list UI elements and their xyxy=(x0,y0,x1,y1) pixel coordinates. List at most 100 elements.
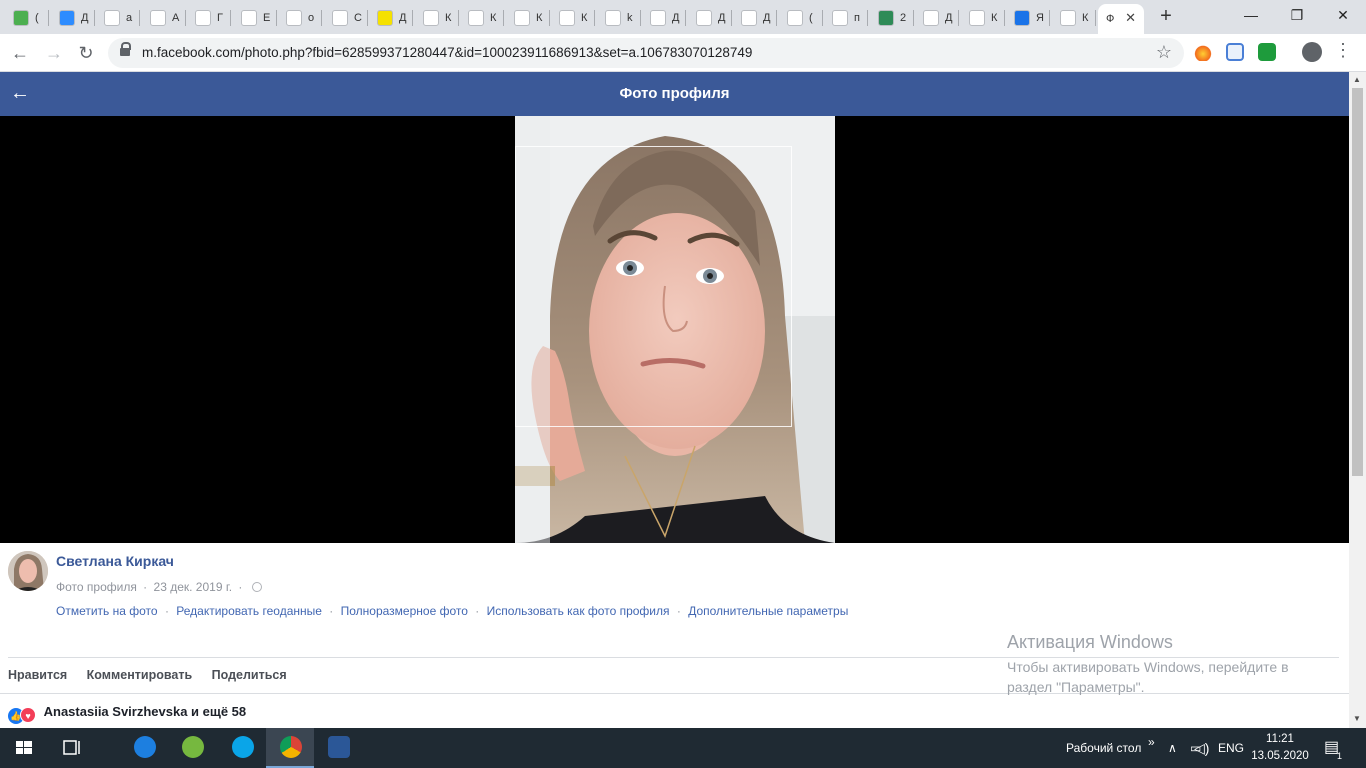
like-button[interactable]: Нравится xyxy=(8,668,67,682)
page-scrollbar[interactable]: ▲ ▼ xyxy=(1349,72,1366,728)
scroll-down-icon[interactable]: ▼ xyxy=(1353,714,1361,723)
tab-item[interactable]: Д xyxy=(641,4,685,32)
taskbar-chrome[interactable] xyxy=(266,728,314,768)
more-options-link[interactable]: Дополнительные параметры xyxy=(688,604,848,618)
clock[interactable]: 11:21 13.05.2020 xyxy=(1250,731,1310,765)
tab-item[interactable]: К xyxy=(414,4,458,32)
tab-item[interactable]: ( xyxy=(778,4,822,32)
close-icon[interactable]: ✕ xyxy=(1125,10,1136,26)
watermark-title: Активация Windows xyxy=(1007,632,1173,652)
lock-icon xyxy=(120,42,131,58)
language-indicator[interactable]: ENG xyxy=(1218,728,1244,768)
tab-item[interactable]: ( xyxy=(4,4,48,32)
tab-item[interactable]: К xyxy=(960,4,1004,32)
tab-favicon-icon xyxy=(514,10,530,26)
tray-expand-icon[interactable]: ∧ xyxy=(1168,728,1177,768)
tab-item[interactable]: Д xyxy=(687,4,731,32)
menu-kebab-icon[interactable]: ⋮ xyxy=(1334,40,1352,61)
tab-item[interactable]: o xyxy=(277,4,321,32)
taskbar-word[interactable] xyxy=(314,728,362,768)
windows-logo-icon xyxy=(16,741,32,754)
tab-item[interactable]: К xyxy=(505,4,549,32)
taskbar-edge[interactable] xyxy=(120,728,168,768)
tab-item[interactable]: 2 xyxy=(869,4,913,32)
chrome-icon xyxy=(280,736,302,758)
tab-item[interactable]: Д xyxy=(914,4,958,32)
share-button[interactable]: Поделиться xyxy=(212,668,287,682)
tab-item[interactable]: С xyxy=(323,4,367,32)
comment-button[interactable]: Комментировать xyxy=(87,668,192,682)
extension-green-icon[interactable] xyxy=(1258,43,1276,61)
start-button[interactable] xyxy=(0,728,48,768)
tab-label: ( xyxy=(809,12,813,24)
tab-favicon-icon xyxy=(696,10,712,26)
profile-avatar-icon[interactable] xyxy=(1302,42,1322,62)
windows-taskbar: Рабочий стол » ∧ ▭ ◁) ENG 11:21 13.05.20… xyxy=(0,728,1366,768)
desktop-label[interactable]: Рабочий стол xyxy=(1066,728,1141,768)
author-name-link[interactable]: Светлана Киркач xyxy=(56,553,174,569)
make-profile-photo-link[interactable]: Использовать как фото профиля xyxy=(487,604,670,618)
window-close-button[interactable]: ✕ xyxy=(1320,0,1366,30)
tab-item[interactable]: a xyxy=(95,4,139,32)
tab-label: Я xyxy=(1036,12,1044,24)
restore-button[interactable]: ❐ xyxy=(1274,0,1320,30)
tab-item[interactable]: К xyxy=(459,4,503,32)
album-link[interactable]: Фото профиля xyxy=(56,580,137,594)
tab-label: a xyxy=(126,12,133,24)
tab-item[interactable]: k xyxy=(596,4,640,32)
volume-icon[interactable]: ◁) xyxy=(1194,728,1209,768)
tag-photo-link[interactable]: Отметить на фото xyxy=(56,604,158,618)
scroll-thumb[interactable] xyxy=(1352,88,1363,476)
reload-button[interactable]: ↻ xyxy=(74,41,98,65)
tab-item[interactable]: К xyxy=(1051,4,1095,32)
utorrent-icon xyxy=(182,736,204,758)
profile-photo[interactable] xyxy=(515,116,835,543)
tab-item[interactable]: Е xyxy=(232,4,276,32)
new-tab-button[interactable]: + xyxy=(1154,4,1178,28)
tab-label: o xyxy=(308,12,315,24)
photo-actions: Отметить на фото · Редактировать геоданн… xyxy=(56,604,848,618)
action-separator: · xyxy=(475,604,480,618)
reactions-summary[interactable]: 👍 ♥ Anastasiia Svirzhevska и ещё 58 xyxy=(8,704,246,724)
scroll-up-icon[interactable]: ▲ xyxy=(1353,75,1361,84)
tab-label: Д xyxy=(399,12,407,24)
tab-label: Д xyxy=(81,12,89,24)
tab-separator xyxy=(776,10,777,26)
tab-item[interactable]: Д xyxy=(732,4,776,32)
task-view-button[interactable] xyxy=(48,728,96,768)
windows-activation-watermark: Активация Windows Чтобы активировать Win… xyxy=(1007,632,1289,697)
task-view-icon xyxy=(63,740,80,755)
address-bar[interactable]: m.facebook.com/photo.php?fbid=6285993712… xyxy=(108,38,1184,68)
tab-favicon-icon xyxy=(650,10,666,26)
author-avatar[interactable] xyxy=(8,551,48,591)
tab-favicon-icon xyxy=(605,10,621,26)
taskbar-utorrent[interactable] xyxy=(168,728,216,768)
tray-chevron-icon[interactable]: » xyxy=(1148,722,1155,762)
tab-favicon-icon xyxy=(559,10,575,26)
tab-item[interactable]: Я xyxy=(1005,4,1049,32)
post-date-link[interactable]: 23 дек. 2019 г. xyxy=(154,580,233,594)
extension-fire-icon[interactable] xyxy=(1194,43,1212,61)
minimize-button[interactable]: — xyxy=(1228,0,1274,30)
tab-label: Д xyxy=(763,12,771,24)
back-button[interactable]: ← xyxy=(8,41,32,65)
forward-button[interactable]: → xyxy=(42,41,66,65)
tab-item[interactable]: К xyxy=(550,4,594,32)
tab-item[interactable]: Д xyxy=(368,4,412,32)
tab-separator xyxy=(1095,10,1096,26)
tab-label: Д xyxy=(672,12,680,24)
post-subline: Фото профиля · 23 дек. 2019 г. · xyxy=(56,580,262,594)
tab-favicon-icon xyxy=(13,10,29,26)
tab-item[interactable]: п xyxy=(823,4,867,32)
full-size-link[interactable]: Полноразмерное фото xyxy=(341,604,468,618)
taskbar-skype[interactable] xyxy=(218,728,266,768)
avatar-image xyxy=(8,551,48,591)
tab-item[interactable]: Г xyxy=(186,4,230,32)
tab-item[interactable]: Д xyxy=(50,4,94,32)
bookmark-star-icon[interactable]: ☆ xyxy=(1156,42,1172,63)
tab-separator xyxy=(958,10,959,26)
extension-shield-icon[interactable] xyxy=(1226,43,1244,61)
tab-item[interactable]: А xyxy=(141,4,185,32)
tab-active[interactable]: Ф ✕ xyxy=(1098,4,1144,34)
edit-location-link[interactable]: Редактировать геоданные xyxy=(176,604,322,618)
